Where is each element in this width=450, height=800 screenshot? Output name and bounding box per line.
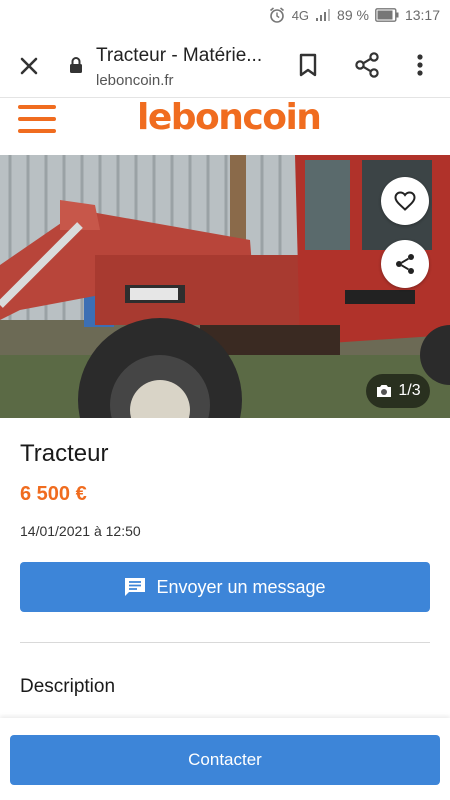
more-vert-icon xyxy=(417,54,423,76)
share-icon xyxy=(396,254,414,274)
lock-icon xyxy=(68,56,84,79)
share-button[interactable] xyxy=(352,50,382,80)
close-button[interactable] xyxy=(14,51,44,81)
page-url[interactable]: leboncoin.fr xyxy=(96,72,174,89)
bookmark-button[interactable] xyxy=(293,50,323,80)
ad-price: 6 500 € xyxy=(20,483,87,505)
bottom-action-bar: Contacter xyxy=(0,718,450,800)
signal-icon xyxy=(315,8,331,22)
status-bar: 4G 89 % 13:17 xyxy=(0,0,450,32)
close-icon xyxy=(20,57,38,75)
network-type: 4G xyxy=(291,7,310,23)
ad-date: 14/01/2021 à 12:50 xyxy=(20,523,141,539)
photo-counter: 1/3 xyxy=(366,374,430,408)
photo-counter-text: 1/3 xyxy=(398,382,421,399)
contact-label: Contacter xyxy=(188,750,262,769)
divider xyxy=(20,642,430,643)
ad-title: Tracteur xyxy=(20,440,109,467)
share-icon xyxy=(355,52,379,78)
alarm-icon xyxy=(268,6,286,24)
battery-icon xyxy=(375,8,399,22)
page-title: Tracteur - Matérie... xyxy=(96,45,263,66)
camera-icon xyxy=(377,385,392,397)
share-ad-button[interactable] xyxy=(381,240,429,288)
chat-icon xyxy=(125,578,146,596)
battery-level: 89 % xyxy=(337,7,369,23)
site-logo[interactable]: leboncoin xyxy=(137,97,322,138)
description-heading: Description xyxy=(20,676,116,697)
site-header: leboncoin xyxy=(0,97,450,155)
clock: 13:17 xyxy=(404,7,440,23)
hamburger-menu-icon[interactable] xyxy=(18,105,58,135)
heart-icon xyxy=(394,191,416,211)
send-message-button[interactable]: Envoyer un message xyxy=(20,562,430,612)
contact-button[interactable]: Contacter xyxy=(10,735,440,785)
favorite-button[interactable] xyxy=(381,177,429,225)
more-options-button[interactable] xyxy=(408,50,432,80)
send-message-label: Envoyer un message xyxy=(156,576,326,597)
bookmark-icon xyxy=(299,53,317,77)
status-icons: 4G 89 % 13:17 xyxy=(268,6,440,24)
